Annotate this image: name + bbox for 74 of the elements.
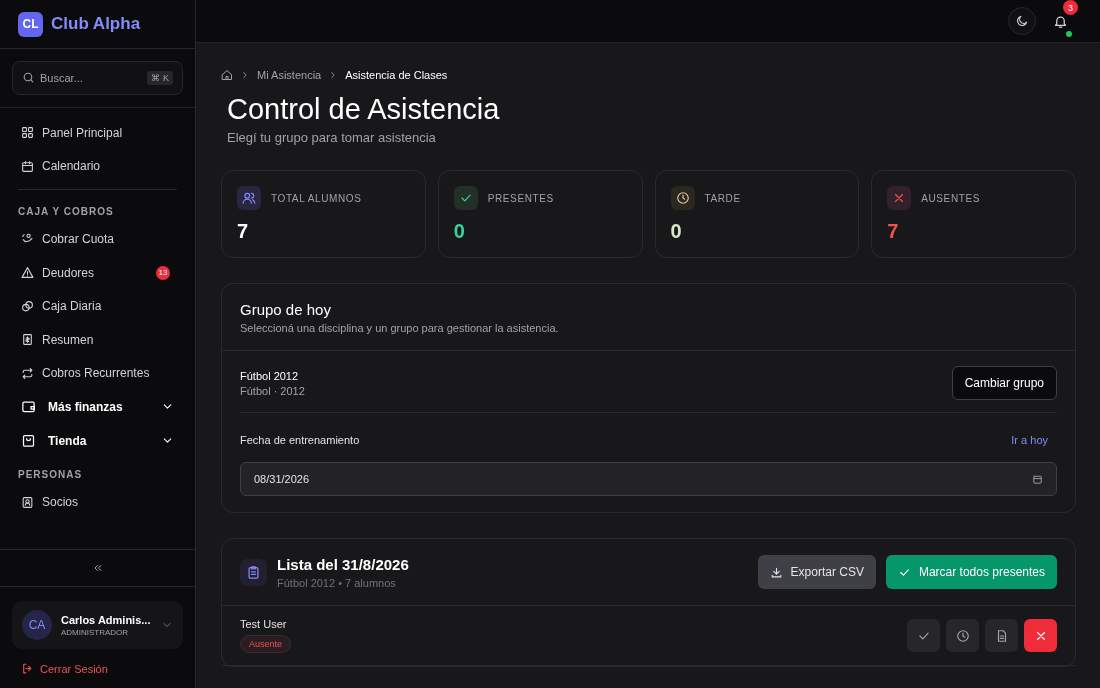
list-subtitle: Fútbol 2012 • 7 alumnos xyxy=(277,576,397,589)
notification-count: 3 xyxy=(1063,0,1078,15)
export-button[interactable]: Exportar CSV xyxy=(757,555,876,589)
home-icon xyxy=(221,69,233,81)
group-name: Fútbol 2012 xyxy=(240,369,300,382)
page-title: Control de Asistencia xyxy=(227,93,501,126)
breadcrumb-link[interactable]: Mi Asistencia xyxy=(257,69,322,81)
download-icon xyxy=(769,565,783,579)
user-role: ADMINISTRADOR xyxy=(61,627,130,637)
avatar: CA xyxy=(22,610,52,640)
logo: CL xyxy=(18,11,43,37)
clock-icon xyxy=(955,628,970,643)
user-card[interactable]: CA Carlos Adminis... ADMINISTRADOR xyxy=(12,601,183,649)
status-tag: Ausente xyxy=(240,635,292,653)
nav-item[interactable]: Calendario xyxy=(18,149,177,184)
mark-absent-button[interactable] xyxy=(1024,619,1057,652)
calendar-icon xyxy=(21,159,34,173)
stat-value: 7 xyxy=(887,220,899,242)
mark-all-button[interactable]: Marcar todos presentes xyxy=(885,555,1057,589)
student-name: Test User xyxy=(240,618,288,630)
bell-icon xyxy=(1052,13,1068,29)
logout-icon xyxy=(21,662,34,675)
date-label: Fecha de entrenamiento xyxy=(240,434,360,446)
count-badge: 13 xyxy=(156,265,170,280)
stat-value: 0 xyxy=(670,220,682,242)
change-group-button[interactable]: Cambiar grupo xyxy=(951,366,1057,400)
stat-value: 0 xyxy=(453,220,465,242)
coins-icon xyxy=(21,299,34,313)
calendar-icon xyxy=(1032,473,1043,485)
page-subtitle: Elegí tu grupo para tomar asistencia xyxy=(227,130,437,145)
contact-icon xyxy=(21,495,34,509)
nav-item[interactable]: Resumen xyxy=(18,322,177,357)
stat-label: AUSENTES xyxy=(921,192,980,204)
nav-item[interactable]: Caja Diaria xyxy=(18,289,177,323)
online-dot xyxy=(1066,31,1072,37)
breadcrumb-current: Asistencia de Clases xyxy=(345,69,448,81)
warning-icon xyxy=(21,266,34,280)
nav-group[interactable]: Más finanzas xyxy=(18,390,177,424)
logout-button[interactable]: Cerrar Sesión xyxy=(0,649,195,688)
mark-late-button[interactable] xyxy=(946,619,979,652)
brand-name: Club Alpha xyxy=(51,14,141,34)
stat-label: TARDE xyxy=(704,192,741,204)
stat-label: TOTAL ALUMNOS xyxy=(271,192,362,204)
group-detail: Fútbol · 2012 xyxy=(240,384,305,397)
bag-icon xyxy=(21,433,36,449)
users-icon xyxy=(242,191,256,205)
grid-icon xyxy=(21,126,34,140)
nav-item[interactable]: Socios xyxy=(18,485,177,519)
note-button[interactable] xyxy=(985,619,1018,652)
receipt-icon xyxy=(21,333,34,347)
card-title: Grupo de hoy xyxy=(240,301,332,318)
section-heading: CAJA Y COBROS xyxy=(18,206,115,218)
nav-item[interactable]: Deudores 13 xyxy=(18,255,177,290)
today-link[interactable]: Ir a hoy xyxy=(1011,434,1048,446)
nav-item[interactable]: Panel Principal xyxy=(18,116,177,150)
search-icon xyxy=(22,71,35,84)
stat-label: PRESENTES xyxy=(487,192,554,204)
chevron-right-icon xyxy=(240,70,250,80)
stat-value: 7 xyxy=(237,220,249,242)
theme-button[interactable] xyxy=(1008,7,1036,35)
card-subtitle: Seleccioná una disciplina y un grupo para gestionar la asistencia. xyxy=(240,322,560,334)
user-name: Carlos Adminis... xyxy=(61,613,152,626)
shortcut-hint: ⌘ K xyxy=(147,71,173,85)
list-title: Lista del 31/8/2026 xyxy=(277,555,410,573)
clipboard-icon xyxy=(246,564,261,580)
section-heading: PERSONAS xyxy=(18,469,84,481)
nav-item[interactable]: Cobros Recurrentes xyxy=(18,356,177,391)
moon-icon xyxy=(1015,14,1029,28)
wallet-icon xyxy=(21,399,36,415)
repeat-icon xyxy=(21,366,34,380)
nav-group[interactable]: Tienda xyxy=(18,423,177,458)
nav-item[interactable]: Cobrar Cuota xyxy=(18,222,177,256)
date-field[interactable]: 08/31/2026 xyxy=(240,462,1057,496)
clock-icon xyxy=(675,191,690,205)
